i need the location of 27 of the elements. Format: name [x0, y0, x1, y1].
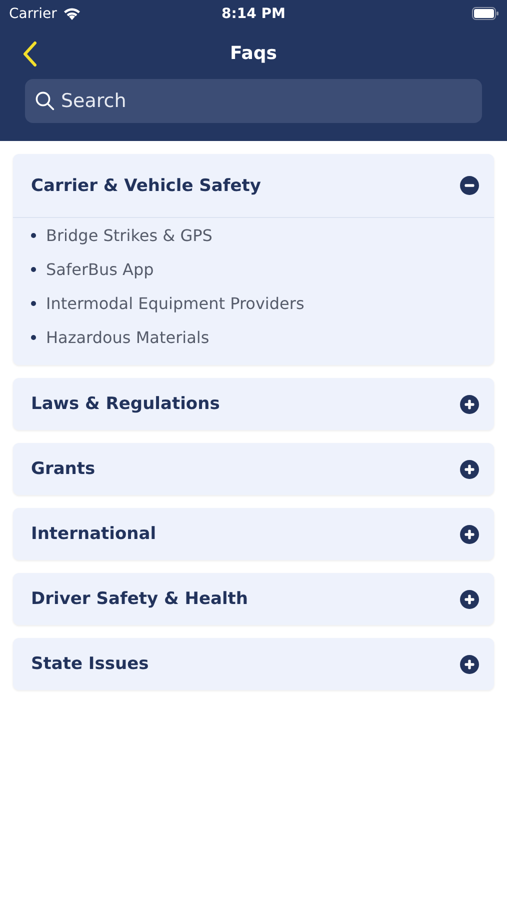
faq-section-header[interactable]: Grants: [13, 443, 494, 495]
faq-section-header[interactable]: Laws & Regulations: [13, 378, 494, 430]
battery-icon: [472, 7, 499, 20]
faq-section-header[interactable]: State Issues: [13, 638, 494, 690]
status-time: 8:14 PM: [222, 6, 286, 22]
wifi-icon: [62, 7, 81, 20]
faq-link[interactable]: Bridge Strikes & GPS: [46, 226, 212, 245]
plus-circle-icon: [460, 524, 479, 544]
bullet-icon: [31, 301, 36, 306]
faq-section-header[interactable]: Carrier & Vehicle Safety: [13, 154, 494, 218]
carrier-label: Carrier: [9, 6, 57, 22]
plus-circle-icon: [460, 394, 479, 414]
minus-circle-icon: [460, 176, 479, 195]
faq-section-header[interactable]: Driver Safety & Health: [13, 573, 494, 625]
bullet-icon: [31, 335, 36, 340]
plus-circle-icon: [460, 590, 479, 608]
plus-circle-icon: [460, 654, 479, 674]
bullet-icon: [31, 233, 36, 238]
faq-link[interactable]: SaferBus App: [46, 260, 154, 279]
faq-link[interactable]: Hazardous Materials: [46, 328, 210, 347]
plus-circle-icon: [460, 460, 479, 478]
search-field[interactable]: Search: [25, 79, 482, 123]
screen-title: Faqs: [230, 42, 277, 64]
faq-link[interactable]: Intermodal Equipment Providers: [46, 294, 304, 313]
search-icon: [35, 91, 55, 111]
bullet-icon: [31, 267, 36, 272]
faq-section-header[interactable]: International: [13, 508, 494, 560]
